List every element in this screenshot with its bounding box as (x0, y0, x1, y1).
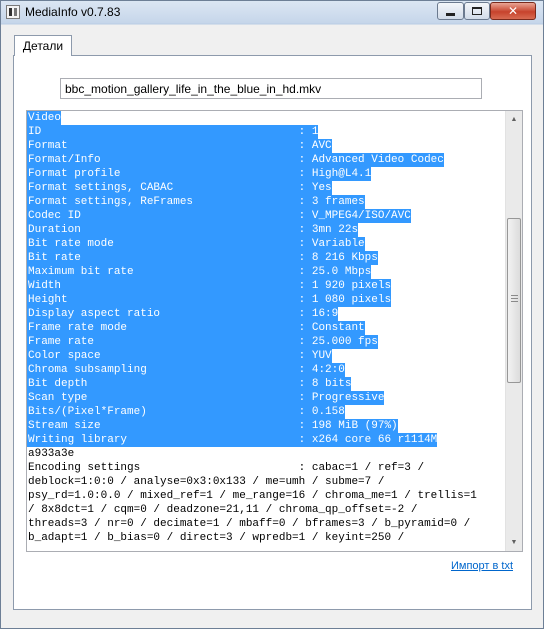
report-line: a933a3e (27, 447, 507, 461)
report-line-text: Video (27, 111, 62, 125)
report-line-text: Bit rate mode : Variable (27, 237, 365, 251)
scroll-grip-line (511, 295, 518, 296)
report-line: Bit rate mode : Variable (27, 237, 507, 251)
maximize-button[interactable] (464, 2, 490, 20)
report-line-text: Format settings, CABAC : Yes (27, 181, 332, 195)
scroll-thumb[interactable] (507, 218, 521, 383)
scroll-down-button[interactable]: ▼ (506, 534, 522, 551)
report-line: Bit rate : 8 216 Kbps (27, 251, 507, 265)
report-line: Bit depth : 8 bits (27, 377, 507, 391)
tab-details-label: Детали (22, 39, 64, 53)
report-line-text: deblock=1:0:0 / analyse=0x3:0x133 / me=u… (28, 476, 385, 488)
report-line-text: Display aspect ratio : 16:9 (27, 307, 339, 321)
report-line-text: Format profile : High@L4.1 (27, 167, 372, 181)
report-line: Format : AVC (27, 139, 507, 153)
report-line: threads=3 / nr=0 / decimate=1 / mbaff=0 … (27, 517, 507, 531)
report-line: Frame rate : 25.000 fps (27, 335, 507, 349)
report-line: Frame rate mode : Constant (27, 321, 507, 335)
report-line: Format/Info : Advanced Video Codec (27, 153, 507, 167)
scroll-up-arrow-icon: ▲ (510, 116, 518, 123)
scroll-grip-line (511, 298, 518, 299)
report-line-text: / 8x8dct=1 / cqm=0 / deadzone=21,11 / ch… (28, 504, 418, 516)
report-line-text: Chroma subsampling : 4:2:0 (27, 363, 345, 377)
report-line-text: threads=3 / nr=0 / decimate=1 / mbaff=0 … (28, 518, 471, 530)
report-line-text: Format/Info : Advanced Video Codec (27, 153, 444, 167)
scroll-down-arrow-icon: ▼ (510, 539, 518, 546)
report-line-text: Bit rate : 8 216 Kbps (27, 251, 378, 265)
minimize-icon (446, 12, 455, 16)
report-line: Encoding settings : cabac=1 / ref=3 / (27, 461, 507, 475)
report-line: Video (27, 111, 507, 125)
status-bar (4, 613, 540, 625)
mediainfo-window: MediaInfo v0.7.83 ✕ Детали bbc_motion_ga… (0, 0, 544, 629)
report-line: Format profile : High@L4.1 (27, 167, 507, 181)
report-line-text: Width : 1 920 pixels (27, 279, 392, 293)
report-line-text: a933a3e (28, 448, 75, 460)
report-line-text: Encoding settings : cabac=1 / ref=3 / (28, 462, 425, 474)
file-name-field[interactable]: bbc_motion_gallery_life_in_the_blue_in_h… (60, 78, 482, 99)
report-line: psy_rd=1.0:0.0 / mixed_ref=1 / me_range=… (27, 489, 507, 503)
tab-details[interactable]: Детали (14, 35, 72, 56)
vertical-scrollbar[interactable]: ▲ ▼ (505, 111, 522, 551)
title-bar[interactable]: MediaInfo v0.7.83 ✕ (1, 1, 543, 23)
report-line: Scan type : Progressive (27, 391, 507, 405)
report-line-text: Scan type : Progressive (27, 391, 385, 405)
scroll-grip-line (511, 301, 518, 302)
report-line: Bits/(Pixel*Frame) : 0.158 (27, 405, 507, 419)
maximize-icon (472, 7, 482, 15)
report-line: / 8x8dct=1 / cqm=0 / deadzone=21,11 / ch… (27, 503, 507, 517)
import-txt-link[interactable]: Импорт в txt (451, 560, 513, 572)
report-line-text: Stream size : 198 MiB (97%) (27, 419, 398, 433)
report-line: Height : 1 080 pixels (27, 293, 507, 307)
report-line-text: Writing library : x264 core 66 r1114M (27, 433, 438, 447)
minimize-button[interactable] (437, 2, 464, 20)
file-name-text: bbc_motion_gallery_life_in_the_blue_in_h… (65, 82, 322, 96)
report-line: b_adapt=1 / b_bias=0 / direct=3 / wpredb… (27, 531, 507, 545)
report-line: deblock=1:0:0 / analyse=0x3:0x133 / me=u… (27, 475, 507, 489)
app-icon[interactable] (6, 5, 20, 19)
report-line: Duration : 3mn 22s (27, 223, 507, 237)
report-line-text: Frame rate mode : Constant (27, 321, 365, 335)
report-line-text: Format settings, ReFrames : 3 frames (27, 195, 365, 209)
report-line-text: ID : 1 (27, 125, 319, 139)
report-line: Format settings, CABAC : Yes (27, 181, 507, 195)
report-line-text: Height : 1 080 pixels (27, 293, 392, 307)
report-line-text: Duration : 3mn 22s (27, 223, 359, 237)
report-line: Stream size : 198 MiB (97%) (27, 419, 507, 433)
report-line-text: Frame rate : 25.000 fps (27, 335, 378, 349)
report-line: Display aspect ratio : 16:9 (27, 307, 507, 321)
report-text-area[interactable]: Video ID : 1 Format : AVC Format/Info : Adv… (26, 110, 523, 552)
report-line: Color space : YUV (27, 349, 507, 363)
report-line-text: psy_rd=1.0:0.0 / mixed_ref=1 / me_range=… (28, 490, 477, 502)
details-panel: bbc_motion_gallery_life_in_the_blue_in_h… (13, 55, 532, 610)
close-icon: ✕ (507, 4, 519, 18)
report-line: Writing library : x264 core 66 r1114M (27, 433, 507, 447)
client-area: Детали bbc_motion_gallery_life_in_the_bl… (4, 25, 540, 625)
report-line: Chroma subsampling : 4:2:0 (27, 363, 507, 377)
report-line: Width : 1 920 pixels (27, 279, 507, 293)
report-line: Codec ID : V_MPEG4/ISO/AVC (27, 209, 507, 223)
close-button[interactable]: ✕ (490, 2, 536, 20)
report-line-text: b_adapt=1 / b_bias=0 / direct=3 / wpredb… (28, 532, 405, 544)
scroll-up-button[interactable]: ▲ (506, 111, 522, 128)
report-line-text: Maximum bit rate : 25.0 Mbps (27, 265, 372, 279)
report-lines[interactable]: Video ID : 1 Format : AVC Format/Info : Adv… (27, 111, 507, 551)
report-line-text: Bit depth : 8 bits (27, 377, 352, 391)
report-line: Maximum bit rate : 25.0 Mbps (27, 265, 507, 279)
report-line-text: Color space : YUV (27, 349, 332, 363)
report-line-text: Format : AVC (27, 139, 332, 153)
report-line: ID : 1 (27, 125, 507, 139)
report-line: Format settings, ReFrames : 3 frames (27, 195, 507, 209)
report-line-text: Bits/(Pixel*Frame) : 0.158 (27, 405, 345, 419)
window-title: MediaInfo v0.7.83 (25, 5, 121, 19)
report-line-text: Codec ID : V_MPEG4/ISO/AVC (27, 209, 411, 223)
